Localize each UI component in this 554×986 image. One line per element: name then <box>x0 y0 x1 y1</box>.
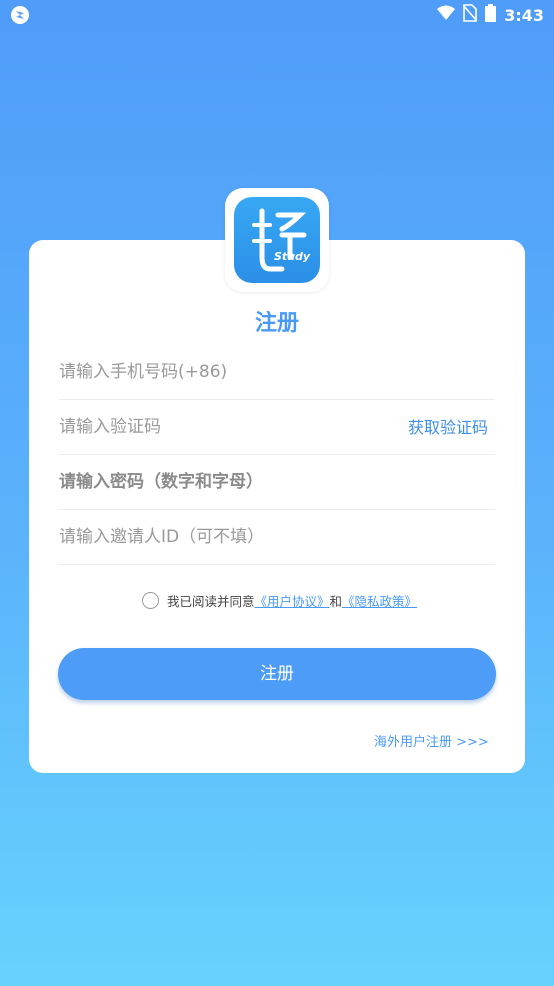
agree-checkbox[interactable] <box>142 591 159 609</box>
privacy-policy-link[interactable]: 《隐私政策》 <box>342 591 417 610</box>
get-code-button[interactable]: 获取验证码 <box>408 400 488 455</box>
verification-code-input[interactable]: 请输入验证码 获取验证码 <box>59 400 495 455</box>
logo-icon: Study <box>234 197 320 283</box>
battery-icon <box>485 4 497 26</box>
inviter-id-input[interactable]: 请输入邀请人ID（可不填） <box>59 510 495 565</box>
password-placeholder: 请输入密码（数字和字母） <box>59 472 263 492</box>
app-logo: Study <box>225 188 329 292</box>
logo-label: Study <box>273 250 310 263</box>
overseas-register-link[interactable]: 海外用户注册 >>> <box>374 731 489 750</box>
register-button[interactable]: 注册 <box>58 648 496 700</box>
password-input[interactable]: 请输入密码（数字和字母） <box>59 455 495 510</box>
user-agreement-link[interactable]: 《用户协议》 <box>255 591 330 610</box>
app-icon <box>10 5 30 25</box>
no-sim-icon <box>462 4 478 26</box>
agreement-prefix: 我已阅读并同意 <box>167 593 255 609</box>
wifi-icon <box>437 5 456 25</box>
page-title: 注册 <box>254 311 299 336</box>
agreement-and: 和 <box>329 593 343 609</box>
phone-input[interactable]: 请输入手机号码(+86) <box>59 345 495 400</box>
agreement-row: 我已阅读并同意 《用户协议》 和 《隐私政策》 <box>142 590 417 610</box>
phone-placeholder: 请输入手机号码(+86) <box>59 362 228 382</box>
status-bar: 3:43 <box>0 0 554 30</box>
status-time: 3:43 <box>504 5 544 25</box>
code-placeholder: 请输入验证码 <box>59 417 161 437</box>
invite-placeholder: 请输入邀请人ID（可不填） <box>59 527 265 547</box>
